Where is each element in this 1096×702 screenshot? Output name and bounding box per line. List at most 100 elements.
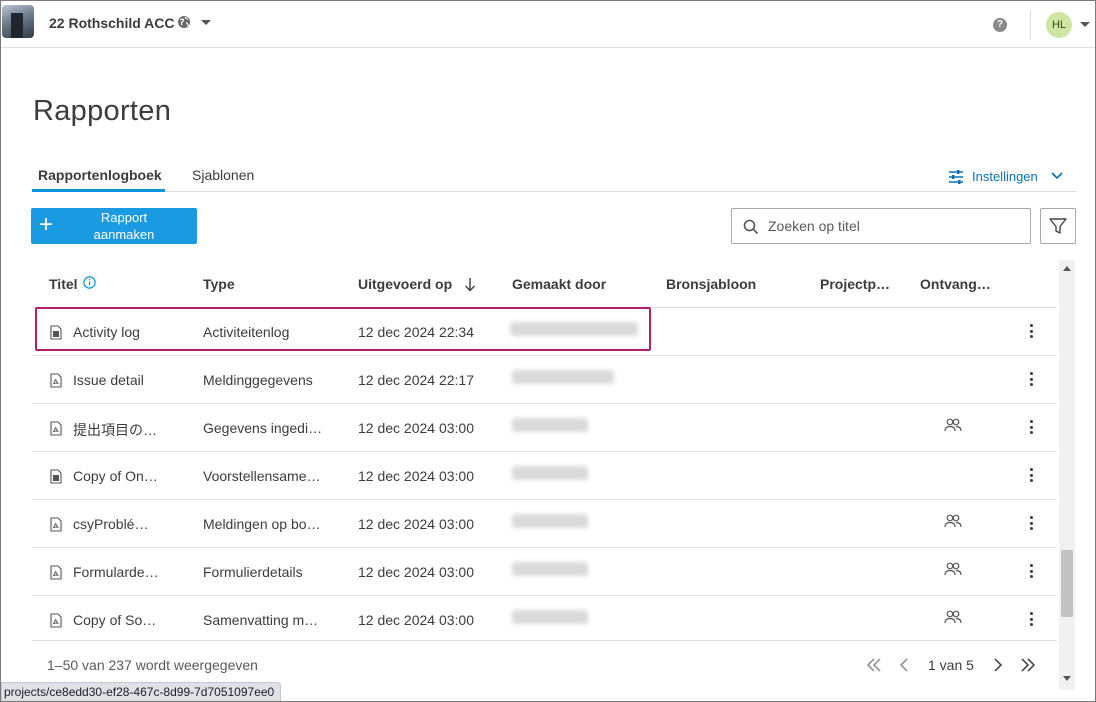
document-icon bbox=[50, 325, 62, 340]
row-title[interactable]: Copy of On… bbox=[73, 468, 158, 484]
search-icon bbox=[743, 219, 759, 235]
info-icon[interactable] bbox=[83, 276, 96, 289]
more-options-icon[interactable] bbox=[1024, 321, 1040, 341]
redacted-creator bbox=[512, 466, 588, 480]
table-row[interactable]: Copy of On… Voorstellensame… 12 dec 2024… bbox=[32, 452, 1057, 500]
first-page-icon[interactable] bbox=[866, 655, 882, 675]
table-row[interactable]: Formularde… Formulierdetails 12 dec 2024… bbox=[32, 548, 1057, 596]
row-title[interactable]: Formularde… bbox=[73, 564, 159, 580]
column-header-titel[interactable]: Titel bbox=[49, 276, 78, 292]
row-type: Formulierdetails bbox=[203, 564, 303, 580]
row-date: 12 dec 2024 03:00 bbox=[358, 612, 474, 628]
recipients-icon[interactable] bbox=[944, 418, 962, 432]
page-title: Rapporten bbox=[33, 95, 172, 127]
settings-label: Instellingen bbox=[972, 169, 1038, 184]
status-bar-url: projects/ce8edd30-ef28-467c-8d99-7d70510… bbox=[1, 682, 282, 701]
result-range-text: 1–50 van 237 wordt weergegeven bbox=[47, 657, 258, 673]
table-row[interactable]: Copy of So… Samenvatting m… 12 dec 2024 … bbox=[32, 596, 1057, 640]
user-avatar[interactable]: HL bbox=[1046, 12, 1072, 38]
more-options-icon[interactable] bbox=[1024, 561, 1040, 581]
chevron-down-icon bbox=[1051, 172, 1063, 180]
table-bottom-divider bbox=[32, 640, 1057, 641]
sliders-icon bbox=[949, 170, 963, 184]
row-type: Gegevens ingedi… bbox=[203, 420, 323, 436]
row-type: Activiteitenlog bbox=[203, 324, 290, 340]
more-options-icon[interactable] bbox=[1024, 369, 1040, 389]
last-page-icon[interactable] bbox=[1020, 655, 1036, 675]
tab-rapportenlogboek[interactable]: Rapportenlogboek bbox=[38, 167, 162, 183]
filter-icon bbox=[1049, 218, 1067, 234]
redacted-creator bbox=[512, 562, 588, 576]
table-header: Titel Type Uitgevoerd op Gemaakt door Br… bbox=[32, 260, 1057, 308]
more-options-icon[interactable] bbox=[1024, 465, 1040, 485]
previous-page-icon[interactable] bbox=[898, 655, 910, 675]
row-title[interactable]: csyProblé… bbox=[73, 516, 148, 532]
table-row[interactable]: 提出項目の… Gegevens ingedi… 12 dec 2024 03:0… bbox=[32, 404, 1057, 452]
row-date: 12 dec 2024 03:00 bbox=[358, 516, 474, 532]
reports-table: Titel Type Uitgevoerd op Gemaakt door Br… bbox=[32, 260, 1057, 640]
row-type: Samenvatting m… bbox=[203, 612, 319, 628]
filter-button[interactable] bbox=[1040, 208, 1076, 244]
row-date: 12 dec 2024 03:00 bbox=[358, 564, 474, 580]
header-divider bbox=[1030, 10, 1031, 40]
column-header-projectp[interactable]: Projectp… bbox=[820, 276, 890, 292]
recipients-icon[interactable] bbox=[944, 562, 962, 576]
recipients-icon[interactable] bbox=[944, 514, 962, 528]
pdf-document-icon bbox=[50, 421, 62, 436]
pdf-document-icon bbox=[50, 517, 62, 532]
more-options-icon[interactable] bbox=[1024, 609, 1040, 629]
row-title[interactable]: 提出項目の… bbox=[73, 420, 157, 440]
project-thumbnail[interactable] bbox=[2, 5, 34, 38]
column-header-bronsjabloon[interactable]: Bronsjabloon bbox=[666, 276, 756, 292]
redacted-creator bbox=[512, 610, 588, 624]
scroll-up-arrow-icon[interactable] bbox=[1063, 266, 1071, 271]
app-window: 22 Rothschild ACC ? HL Rapporten Rapport… bbox=[0, 0, 1096, 702]
table-row[interactable]: csyProblé… Meldingen op bo… 12 dec 2024 … bbox=[32, 500, 1057, 548]
more-options-icon[interactable] bbox=[1024, 513, 1040, 533]
table-row[interactable]: Issue detail Meldinggegevens 12 dec 2024… bbox=[32, 356, 1057, 404]
pdf-document-icon bbox=[50, 565, 62, 580]
table-row[interactable]: Activity log Activiteitenlog 12 dec 2024… bbox=[32, 308, 1057, 356]
row-type: Meldingen op bo… bbox=[203, 516, 321, 532]
user-menu-chevron-icon[interactable] bbox=[1080, 22, 1090, 27]
next-page-icon[interactable] bbox=[992, 655, 1004, 675]
redacted-creator bbox=[510, 322, 638, 336]
recipients-icon[interactable] bbox=[944, 610, 962, 624]
page-indicator: 1 van 5 bbox=[928, 657, 974, 673]
plus-icon: + bbox=[39, 211, 54, 238]
active-tab-indicator bbox=[32, 189, 165, 192]
more-options-icon[interactable] bbox=[1024, 417, 1040, 437]
column-header-type[interactable]: Type bbox=[203, 276, 235, 292]
column-header-gemaakt-door[interactable]: Gemaakt door bbox=[512, 276, 606, 292]
redacted-creator bbox=[512, 370, 614, 384]
pdf-document-icon bbox=[50, 373, 62, 388]
row-type: Voorstellensame… bbox=[203, 468, 321, 484]
tabs-divider bbox=[32, 191, 1076, 192]
search-box[interactable] bbox=[731, 208, 1031, 244]
search-input[interactable] bbox=[768, 217, 1018, 235]
project-dropdown-chevron-icon[interactable] bbox=[201, 20, 211, 25]
row-title[interactable]: Copy of So… bbox=[73, 612, 156, 628]
row-date: 12 dec 2024 22:34 bbox=[358, 324, 474, 340]
row-type: Meldinggegevens bbox=[203, 372, 313, 388]
column-header-ontvangers[interactable]: Ontvang… bbox=[920, 276, 991, 292]
top-bar: 22 Rothschild ACC ? HL bbox=[1, 1, 1095, 48]
row-date: 12 dec 2024 22:17 bbox=[358, 372, 474, 388]
tab-sjablonen[interactable]: Sjablonen bbox=[192, 167, 254, 183]
document-icon bbox=[50, 469, 62, 484]
row-date: 12 dec 2024 03:00 bbox=[358, 468, 474, 484]
column-header-uitgevoerd-op[interactable]: Uitgevoerd op bbox=[358, 276, 452, 292]
row-date: 12 dec 2024 03:00 bbox=[358, 420, 474, 436]
row-title[interactable]: Activity log bbox=[73, 324, 140, 340]
help-icon[interactable]: ? bbox=[993, 18, 1007, 32]
scrollbar-thumb[interactable] bbox=[1061, 550, 1073, 617]
project-name[interactable]: 22 Rothschild ACC bbox=[49, 15, 175, 31]
row-title[interactable]: Issue detail bbox=[73, 372, 144, 388]
pdf-document-icon bbox=[50, 613, 62, 628]
sort-descending-icon[interactable] bbox=[464, 277, 476, 292]
vertical-scrollbar[interactable] bbox=[1059, 260, 1075, 690]
redacted-creator bbox=[512, 514, 588, 528]
create-report-button[interactable]: + Rapport aanmaken bbox=[31, 208, 197, 244]
redacted-creator bbox=[512, 418, 588, 432]
scroll-down-arrow-icon[interactable] bbox=[1063, 676, 1071, 681]
